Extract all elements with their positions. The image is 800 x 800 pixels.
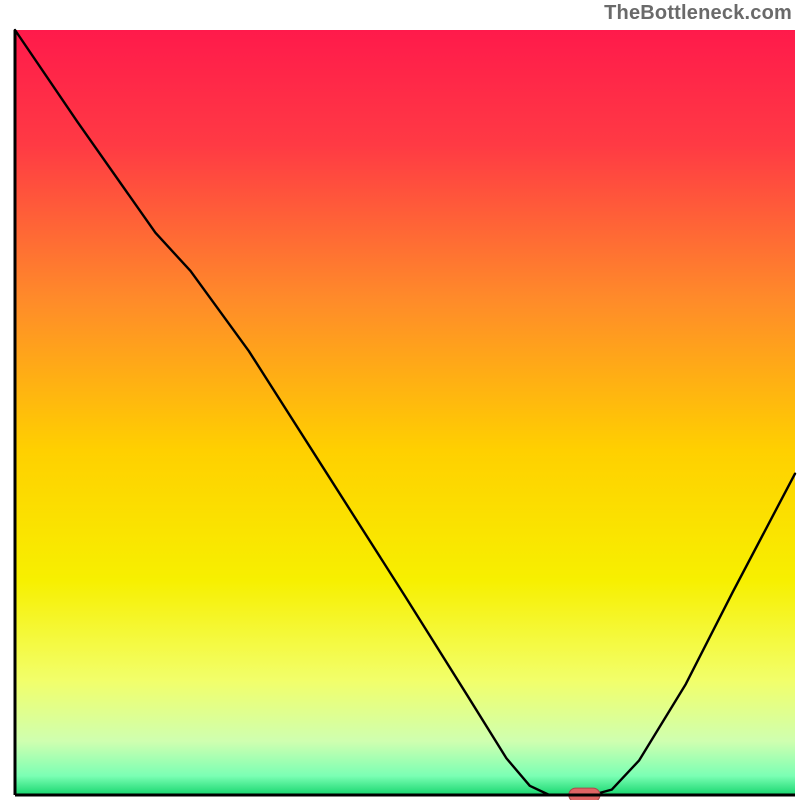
- chart-container: TheBottleneck.com: [0, 0, 800, 800]
- plot-gradient-area: [15, 30, 795, 795]
- watermark-text: TheBottleneck.com: [604, 2, 792, 25]
- bottleneck-chart: [0, 0, 800, 800]
